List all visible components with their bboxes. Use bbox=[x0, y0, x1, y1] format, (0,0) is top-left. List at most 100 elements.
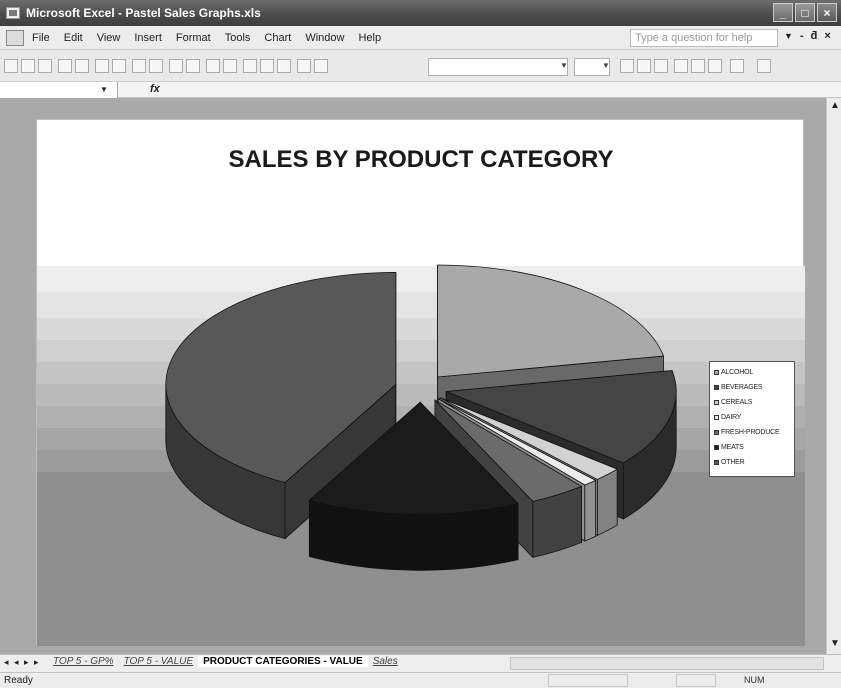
print-preview-icon[interactable] bbox=[112, 59, 126, 73]
legend-label: BEVERAGES bbox=[721, 384, 763, 391]
last-sheet-icon[interactable]: ▸ bbox=[34, 657, 39, 668]
wall-band[interactable] bbox=[37, 266, 805, 292]
menu-window[interactable]: Window bbox=[305, 32, 344, 44]
align-center-icon[interactable] bbox=[691, 59, 705, 73]
sheet-tab-bar: ◂ ◂ ▸ ▸ TOP 5 - GP% TOP 5 - VALUE PRODUC… bbox=[0, 654, 841, 672]
underline-icon[interactable] bbox=[654, 59, 668, 73]
menu-file[interactable]: File bbox=[32, 32, 50, 44]
document-controls: - ƌ × bbox=[800, 30, 831, 42]
help-icon[interactable] bbox=[314, 59, 328, 73]
autosum-icon[interactable] bbox=[260, 59, 274, 73]
num-lock-indicator: NUM bbox=[744, 675, 765, 685]
wall-band[interactable] bbox=[37, 362, 805, 384]
doc-restore-button[interactable]: ƌ bbox=[811, 30, 818, 42]
legend-item: OTHER bbox=[714, 455, 790, 470]
status-bar: Ready NUM bbox=[0, 672, 841, 688]
menu-format[interactable]: Format bbox=[176, 32, 211, 44]
spelling-icon[interactable] bbox=[132, 59, 146, 73]
name-box-dropdown-icon[interactable]: ▼ bbox=[100, 85, 108, 94]
tab-sales[interactable]: Sales bbox=[368, 656, 403, 667]
chart-title[interactable]: SALES BY PRODUCT CATEGORY bbox=[37, 146, 805, 174]
legend-item: MEATS bbox=[714, 440, 790, 455]
menu-tools[interactable]: Tools bbox=[225, 32, 251, 44]
workbook-icon[interactable] bbox=[6, 29, 24, 46]
font-name-select[interactable] bbox=[428, 58, 568, 76]
wall-band[interactable] bbox=[37, 340, 805, 362]
font-name-dropdown-icon[interactable]: ▼ bbox=[560, 61, 568, 70]
font-size-dropdown-icon[interactable]: ▼ bbox=[602, 61, 610, 70]
permission-icon[interactable] bbox=[58, 59, 72, 73]
scroll-down-icon[interactable]: ▼ bbox=[830, 638, 840, 649]
legend-label: DAIRY bbox=[721, 414, 742, 421]
legend-label: CEREALS bbox=[721, 399, 753, 406]
close-button[interactable]: × bbox=[817, 3, 837, 22]
first-sheet-icon[interactable]: ◂ bbox=[4, 657, 9, 668]
bold-icon[interactable] bbox=[620, 59, 634, 73]
excel-app-icon[interactable] bbox=[6, 7, 20, 19]
doc-minimize-button[interactable]: - bbox=[800, 30, 804, 42]
undo-icon[interactable] bbox=[206, 59, 220, 73]
menu-insert[interactable]: Insert bbox=[134, 32, 162, 44]
chart-wizard-icon[interactable] bbox=[297, 59, 311, 73]
menu-bar: File Edit View Insert Format Tools Chart… bbox=[0, 26, 841, 50]
legend-swatch bbox=[714, 370, 719, 375]
status-panel bbox=[676, 674, 716, 687]
chart-legend[interactable]: ALCOHOL BEVERAGES CEREALS DAIRY FRESH-PRODUC… bbox=[709, 361, 795, 477]
prev-sheet-icon[interactable]: ◂ bbox=[14, 657, 19, 668]
status-ready: Ready bbox=[4, 675, 33, 686]
formula-bar: ▼ fx bbox=[0, 82, 841, 98]
chart-area[interactable]: SALES BY PRODUCT CATEGORY ALCOHOL BEVERAG… bbox=[36, 119, 805, 646]
wall-band[interactable] bbox=[37, 318, 805, 340]
legend-item: ALCOHOL bbox=[714, 365, 790, 380]
ask-question-input[interactable]: Type a question for help bbox=[630, 29, 778, 47]
email-icon[interactable] bbox=[75, 59, 89, 73]
title-bar: Microsoft Excel - Pastel Sales Graphs.xl… bbox=[0, 0, 841, 26]
horizontal-scrollbar[interactable] bbox=[510, 657, 824, 670]
menu-help[interactable]: Help bbox=[358, 32, 381, 44]
plot-area[interactable] bbox=[37, 120, 805, 646]
function-icon[interactable]: fx bbox=[150, 83, 160, 95]
paste-icon[interactable] bbox=[186, 59, 200, 73]
scroll-up-icon[interactable]: ▲ bbox=[830, 100, 840, 111]
legend-label: MEATS bbox=[721, 444, 744, 451]
fill-color-icon[interactable] bbox=[730, 59, 744, 73]
next-sheet-icon[interactable]: ▸ bbox=[24, 657, 29, 668]
print-icon[interactable] bbox=[95, 59, 109, 73]
legend-swatch bbox=[714, 460, 719, 465]
save-icon[interactable] bbox=[38, 59, 52, 73]
open-icon[interactable] bbox=[21, 59, 35, 73]
sort-ascending-icon[interactable] bbox=[277, 59, 291, 73]
tab-top5-gp[interactable]: TOP 5 - GP% bbox=[48, 656, 119, 667]
menu-chart[interactable]: Chart bbox=[264, 32, 291, 44]
menu-edit[interactable]: Edit bbox=[64, 32, 83, 44]
legend-swatch bbox=[714, 415, 719, 420]
new-icon[interactable] bbox=[4, 59, 18, 73]
tab-top5-value[interactable]: TOP 5 - VALUE bbox=[119, 656, 198, 667]
legend-swatch bbox=[714, 400, 719, 405]
hyperlink-icon[interactable] bbox=[243, 59, 257, 73]
align-right-icon[interactable] bbox=[708, 59, 722, 73]
legend-item: FRESH-PRODUCE bbox=[714, 425, 790, 440]
font-color-icon[interactable] bbox=[757, 59, 771, 73]
maximize-button[interactable]: □ bbox=[795, 3, 815, 22]
legend-label: ALCOHOL bbox=[721, 369, 754, 376]
legend-label: FRESH-PRODUCE bbox=[721, 429, 780, 436]
research-icon[interactable] bbox=[149, 59, 163, 73]
vertical-scrollbar[interactable]: ▲ ▼ bbox=[826, 98, 841, 654]
italic-icon[interactable] bbox=[637, 59, 651, 73]
redo-icon[interactable] bbox=[223, 59, 237, 73]
sheet-tabs: TOP 5 - GP% TOP 5 - VALUE PRODUCT CATEGO… bbox=[48, 656, 403, 667]
legend-swatch bbox=[714, 430, 719, 435]
window-controls: _ □ × bbox=[773, 3, 837, 22]
copy-icon[interactable] bbox=[169, 59, 183, 73]
minimize-button[interactable]: _ bbox=[773, 3, 793, 22]
window-title: Microsoft Excel - Pastel Sales Graphs.xl… bbox=[26, 6, 261, 20]
tab-product-categories-value[interactable]: PRODUCT CATEGORIES - VALUE bbox=[198, 656, 368, 667]
wall-band[interactable] bbox=[37, 292, 805, 318]
standard-toolbar: ▼ ▼ bbox=[0, 50, 841, 82]
doc-close-button[interactable]: × bbox=[824, 30, 830, 42]
align-left-icon[interactable] bbox=[674, 59, 688, 73]
menu-view[interactable]: View bbox=[97, 32, 121, 44]
ask-dropdown-icon[interactable]: ▼ bbox=[784, 31, 793, 41]
legend-swatch bbox=[714, 445, 719, 450]
